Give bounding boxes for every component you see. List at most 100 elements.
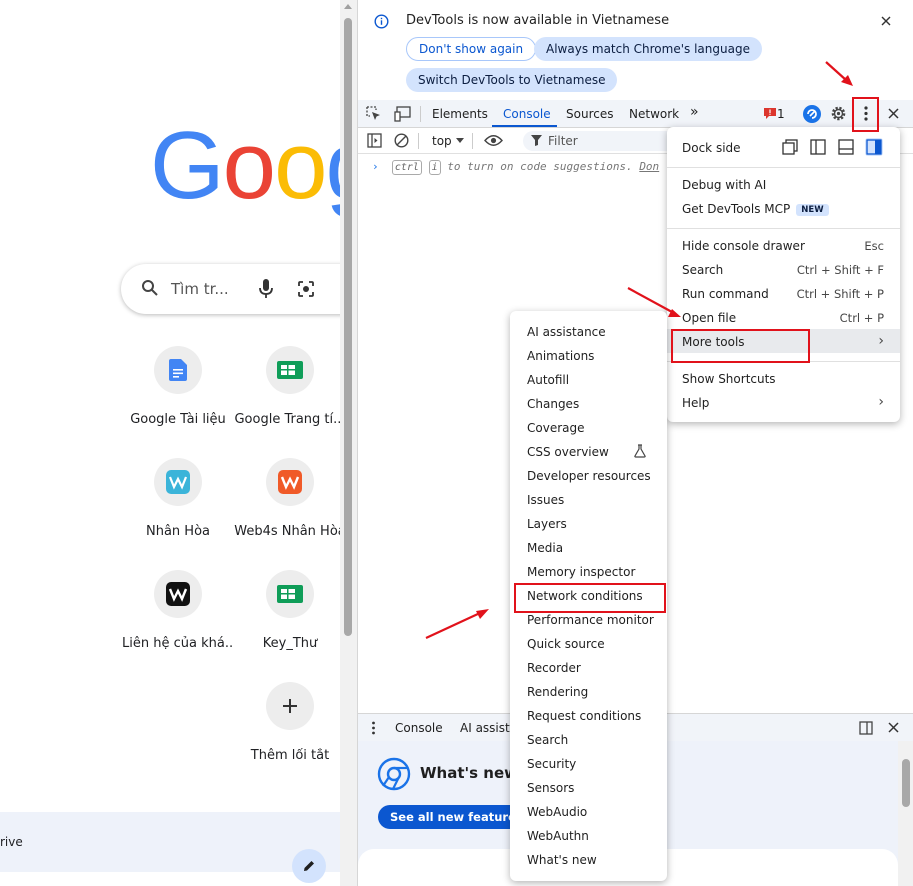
scroll-up-arrow[interactable] xyxy=(344,4,352,9)
dropdown-caret-icon[interactable] xyxy=(456,138,464,143)
scrollbar-thumb[interactable] xyxy=(344,18,352,636)
hint-dont-show-link[interactable]: Don xyxy=(639,160,659,173)
inspect-element-icon[interactable] xyxy=(366,106,382,122)
submenu-item-coverage[interactable]: Coverage xyxy=(527,421,585,435)
submenu-item-issues[interactable]: Issues xyxy=(527,493,564,507)
web4s-icon xyxy=(266,458,314,506)
submenu-item-autofill[interactable]: Autofill xyxy=(527,373,569,387)
shortcut-google-sheets[interactable]: Google Trang tí... xyxy=(234,346,346,427)
shortcut-hint: Ctrl + P xyxy=(839,311,884,325)
issues-count[interactable]: 1 xyxy=(777,107,785,121)
toolbar-divider xyxy=(420,106,421,122)
live-expression-eye-icon[interactable] xyxy=(484,134,503,147)
shortcut-label: Web4s Nhân Hòa xyxy=(234,524,346,539)
submenu-item-developer-resources[interactable]: Developer resources xyxy=(527,469,651,483)
submenu-item-memory-inspector[interactable]: Memory inspector xyxy=(527,565,635,579)
drawer-scrollbar[interactable] xyxy=(898,741,913,886)
tab-console[interactable]: Console xyxy=(503,107,551,121)
shortcut-nhanhoa[interactable]: Nhân Hòa xyxy=(122,458,234,539)
submenu-item-changes[interactable]: Changes xyxy=(527,397,579,411)
run-command-item[interactable]: Run command xyxy=(682,287,769,301)
close-icon[interactable] xyxy=(881,16,891,26)
hide-console-drawer-item[interactable]: Hide console drawer xyxy=(682,239,805,253)
customize-button[interactable] xyxy=(292,849,326,883)
shortcut-contacts[interactable]: Liên hệ của khá... xyxy=(122,570,234,651)
shortcut-hint: Ctrl + Shift + P xyxy=(796,287,884,301)
ai-assistance-icon[interactable] xyxy=(802,104,822,124)
drive-label: rive xyxy=(0,835,23,849)
shortcut-key-thu[interactable]: Key_Thư xyxy=(234,570,346,651)
device-toolbar-icon[interactable] xyxy=(394,106,411,122)
debug-with-ai-item[interactable]: Debug with AI xyxy=(682,178,766,192)
submenu-item-ai-assistance[interactable]: AI assistance xyxy=(527,325,606,339)
clear-console-icon[interactable] xyxy=(394,133,409,148)
toolbar-divider xyxy=(418,133,419,149)
microphone-icon[interactable] xyxy=(259,278,273,300)
settings-gear-icon[interactable] xyxy=(830,105,847,122)
submenu-item-webauthn[interactable]: WebAuthn xyxy=(527,829,589,843)
close-devtools-icon[interactable] xyxy=(888,108,899,119)
dock-drawer-icon[interactable] xyxy=(859,721,873,735)
more-tabs-chevron-icon[interactable]: » xyxy=(690,104,699,120)
shortcut-label: Google Tài liệu xyxy=(130,412,226,427)
drawer-menu-icon[interactable] xyxy=(371,721,376,735)
drawer-tab-console[interactable]: Console xyxy=(395,721,443,735)
submenu-item-quick-source[interactable]: Quick source xyxy=(527,637,605,651)
tab-network[interactable]: Network xyxy=(629,107,679,121)
tab-sources[interactable]: Sources xyxy=(566,107,613,121)
switch-to-vietnamese-button[interactable]: Switch DevTools to Vietnamese xyxy=(406,68,618,92)
always-match-language-button[interactable]: Always match Chrome's language xyxy=(534,37,762,61)
open-file-item[interactable]: Open file xyxy=(682,311,736,325)
shortcut-label: Google Trang tí... xyxy=(234,412,346,427)
tab-elements[interactable]: Elements xyxy=(432,107,488,121)
console-hint-line: › ctrl i to turn on code suggestions. Do… xyxy=(372,160,659,175)
submenu-chevron-icon: › xyxy=(878,394,884,410)
submenu-item-search[interactable]: Search xyxy=(527,733,568,747)
google-lens-icon[interactable] xyxy=(297,280,315,298)
drawer-tab-ai-assistance[interactable]: AI assista xyxy=(460,721,517,735)
submenu-item-rendering[interactable]: Rendering xyxy=(527,685,588,699)
dock-right-icon[interactable] xyxy=(865,138,883,156)
sidebar-toggle-icon[interactable] xyxy=(367,133,382,148)
submenu-item-whats-new[interactable]: What's new xyxy=(527,853,597,867)
help-item[interactable]: Help xyxy=(682,396,709,410)
show-shortcuts-item[interactable]: Show Shortcuts xyxy=(682,372,776,386)
scrollbar-thumb[interactable] xyxy=(902,759,910,807)
new-tab-page: Goog Tìm tr... Google Tài liệu Google Tr… xyxy=(0,0,357,886)
nhanhoa-icon xyxy=(154,458,202,506)
submenu-item-security[interactable]: Security xyxy=(527,757,576,771)
add-shortcut-button[interactable]: Thêm lối tắt xyxy=(234,682,346,763)
get-devtools-mcp-item[interactable]: Get DevTools MCP NEW xyxy=(682,202,829,216)
google-docs-icon xyxy=(154,346,202,394)
submenu-item-layers[interactable]: Layers xyxy=(527,517,567,531)
w-logo-icon xyxy=(154,570,202,618)
search-box[interactable]: Tìm tr... xyxy=(121,264,357,314)
page-scrollbar[interactable] xyxy=(340,0,357,886)
submenu-item-css-overview[interactable]: CSS overview xyxy=(527,445,609,459)
submenu-item-performance-monitor[interactable]: Performance monitor xyxy=(527,613,654,627)
highlight-menu-button xyxy=(852,97,879,132)
filter-icon xyxy=(531,135,542,146)
shortcut-label: Liên hệ của khá... xyxy=(122,636,234,651)
dock-left-icon[interactable] xyxy=(810,139,826,155)
undock-icon[interactable] xyxy=(782,139,798,155)
console-filter-input[interactable]: Filter xyxy=(523,131,683,151)
context-selector[interactable]: top xyxy=(432,134,452,148)
issues-icon[interactable] xyxy=(764,108,776,119)
shortcut-google-docs[interactable]: Google Tài liệu xyxy=(122,346,234,427)
dock-bottom-icon[interactable] xyxy=(838,139,854,155)
dont-show-again-button[interactable]: Don't show again xyxy=(406,37,537,61)
submenu-item-animations[interactable]: Animations xyxy=(527,349,594,363)
submenu-item-recorder[interactable]: Recorder xyxy=(527,661,581,675)
submenu-item-webaudio[interactable]: WebAudio xyxy=(527,805,587,819)
shortcut-web4s[interactable]: Web4s Nhân Hòa xyxy=(234,458,346,539)
submenu-item-request-conditions[interactable]: Request conditions xyxy=(527,709,641,723)
submenu-chevron-icon: › xyxy=(878,333,884,349)
submenu-item-sensors[interactable]: Sensors xyxy=(527,781,574,795)
new-badge: NEW xyxy=(796,203,829,216)
submenu-item-media[interactable]: Media xyxy=(527,541,563,555)
search-item[interactable]: Search xyxy=(682,263,723,277)
close-drawer-icon[interactable] xyxy=(888,722,899,733)
shortcut-hint: Esc xyxy=(864,239,884,253)
drive-panel: rive xyxy=(0,812,340,872)
